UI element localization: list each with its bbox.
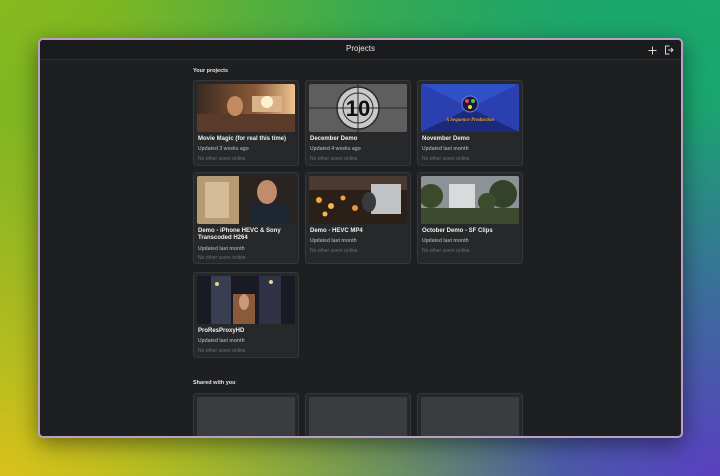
project-card[interactable]: October Demo - SF Clips Updated last mon… [417, 172, 523, 264]
project-card[interactable]: Demo - HEVC MP4 Updated last month No ot… [305, 172, 411, 264]
project-thumbnail [197, 84, 295, 132]
add-project-button[interactable] [645, 43, 659, 57]
project-card[interactable]: Movie Magic (for real this time) Updated… [193, 80, 299, 166]
projects-content: Your projects Movie Magic (for real this… [40, 60, 681, 436]
project-thumbnail: 10 [309, 84, 407, 132]
project-online-status: No other users online [422, 156, 470, 162]
project-updated: Updated last month [198, 246, 245, 252]
projects-window: Projects Your projects Movie Magic (for … [38, 38, 683, 438]
project-thumbnail [197, 276, 295, 324]
window-title: Projects [346, 44, 375, 53]
project-title: Demo - HEVC MP4 [310, 228, 363, 234]
project-online-status: No other users online [422, 248, 470, 254]
project-updated: Updated last month [422, 238, 469, 244]
title-bar: Projects [40, 40, 681, 60]
project-title: October Demo - SF Clips [422, 228, 493, 234]
project-title: December Demo [310, 136, 358, 142]
project-updated: Updated last month [198, 338, 245, 344]
thumbnail-caption: A Sequence Production [445, 118, 495, 123]
project-thumbnail [421, 176, 519, 224]
shared-with-you-heading: Shared with you [193, 380, 236, 386]
project-card[interactable]: 10 December Demo Updated 4 weeks ago No … [305, 80, 411, 166]
project-online-status: No other users online [198, 348, 246, 354]
shared-project-placeholder [417, 393, 523, 436]
placeholder-thumbnail [421, 397, 519, 436]
project-thumbnail [197, 176, 295, 224]
project-card[interactable]: ProResProxyHD Updated last month No othe… [193, 272, 299, 358]
project-updated: Updated last month [310, 238, 357, 244]
your-projects-heading: Your projects [193, 68, 229, 74]
shared-project-placeholder [305, 393, 411, 436]
project-online-status: No other users online [198, 255, 246, 261]
shared-project-placeholder [193, 393, 299, 436]
sign-out-icon [665, 45, 674, 55]
project-card[interactable]: A Sequence Production November Demo Upda… [417, 80, 523, 166]
project-online-status: No other users online [310, 248, 358, 254]
project-thumbnail [309, 176, 407, 224]
project-updated: Updated 3 weeks ago [198, 146, 249, 152]
project-title: Demo - iPhone HEVC & Sony Transcoded H26… [198, 228, 281, 241]
placeholder-thumbnail [197, 397, 295, 436]
project-card[interactable]: Demo - iPhone HEVC & Sony Transcoded H26… [193, 172, 299, 264]
project-title: November Demo [422, 136, 470, 142]
project-title: Movie Magic (for real this time) [198, 136, 287, 142]
project-online-status: No other users online [310, 156, 358, 162]
countdown-number: 10 [346, 96, 370, 121]
project-updated: Updated 4 weeks ago [310, 146, 361, 152]
project-thumbnail: A Sequence Production [421, 84, 519, 132]
project-title: ProResProxyHD [198, 328, 245, 334]
plus-icon [648, 46, 656, 54]
placeholder-thumbnail [309, 397, 407, 436]
project-online-status: No other users online [198, 156, 246, 162]
sign-out-button[interactable] [662, 43, 676, 57]
project-updated: Updated last month [422, 146, 469, 152]
